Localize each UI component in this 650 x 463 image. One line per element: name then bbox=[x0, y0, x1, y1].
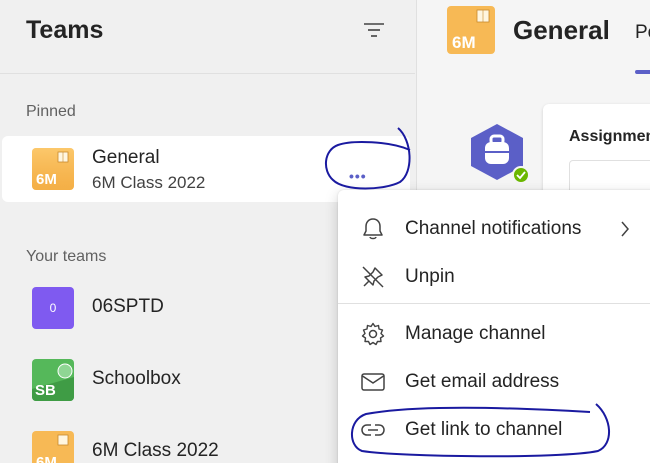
menu-item-unpin[interactable]: Unpin bbox=[338, 253, 650, 299]
avatar-text: 0 bbox=[49, 301, 57, 315]
unpin-icon bbox=[362, 266, 384, 288]
page-title: Teams bbox=[26, 16, 104, 44]
pinned-channel-subtitle: 6M Class 2022 bbox=[92, 173, 206, 192]
link-icon bbox=[361, 424, 385, 436]
team-avatar: 0 bbox=[32, 287, 74, 329]
menu-item-label: Channel notifications bbox=[405, 218, 582, 239]
avatar-text: 6M bbox=[36, 171, 57, 188]
channel-header: 6M General Po bbox=[417, 0, 650, 74]
chevron-right-icon bbox=[621, 221, 629, 237]
team-name: Schoolbox bbox=[92, 368, 181, 389]
teams-header: Teams bbox=[0, 0, 415, 74]
channel-context-menu: Channel notifications Unpin Manage chann… bbox=[338, 190, 650, 463]
team-item-6m-class-2022[interactable]: 6M 6M Class 2022 bbox=[0, 424, 340, 463]
menu-divider bbox=[338, 303, 650, 304]
menu-item-get-link-to-channel[interactable]: Get link to channel bbox=[338, 406, 650, 452]
card-title: Assignmen bbox=[569, 128, 650, 145]
your-teams-section-label: Your teams bbox=[26, 248, 107, 265]
gear-icon bbox=[361, 322, 385, 346]
menu-item-manage-channel[interactable]: Manage channel bbox=[338, 310, 650, 356]
more-options-button[interactable]: ••• bbox=[327, 150, 383, 190]
active-tab-indicator bbox=[635, 70, 650, 74]
filter-icon[interactable] bbox=[360, 18, 388, 42]
menu-item-label: Get link to channel bbox=[405, 419, 563, 440]
team-avatar: 6M bbox=[32, 148, 74, 190]
channel-title: General bbox=[513, 15, 610, 45]
avatar-text: SB bbox=[35, 382, 56, 399]
menu-item-label: Manage channel bbox=[405, 323, 546, 344]
team-avatar: SB bbox=[32, 359, 74, 401]
more-icon: ••• bbox=[349, 168, 367, 184]
team-avatar: 6M bbox=[32, 431, 74, 463]
menu-item-channel-notifications[interactable]: Channel notifications bbox=[338, 205, 650, 251]
menu-item-get-email-address[interactable]: Get email address bbox=[338, 358, 650, 404]
menu-item-label: Get email address bbox=[405, 371, 560, 392]
channel-avatar: 6M bbox=[447, 6, 495, 54]
bell-icon bbox=[363, 218, 383, 240]
avatar-text: 6M bbox=[452, 33, 476, 52]
mail-icon bbox=[361, 373, 385, 391]
avatar-text: 6M bbox=[36, 454, 57, 463]
team-name: 6M Class 2022 bbox=[92, 440, 219, 461]
pinned-section-label: Pinned bbox=[26, 103, 76, 120]
team-name: 06SPTD bbox=[92, 296, 164, 317]
assignments-bot-icon bbox=[471, 124, 530, 184]
menu-item-label: Unpin bbox=[405, 266, 455, 287]
team-item-06sptd[interactable]: 0 06SPTD bbox=[0, 280, 340, 336]
team-item-schoolbox[interactable]: SB Schoolbox bbox=[0, 352, 340, 408]
tab-posts[interactable]: Po bbox=[635, 22, 650, 44]
pinned-channel-title: General bbox=[92, 147, 160, 168]
